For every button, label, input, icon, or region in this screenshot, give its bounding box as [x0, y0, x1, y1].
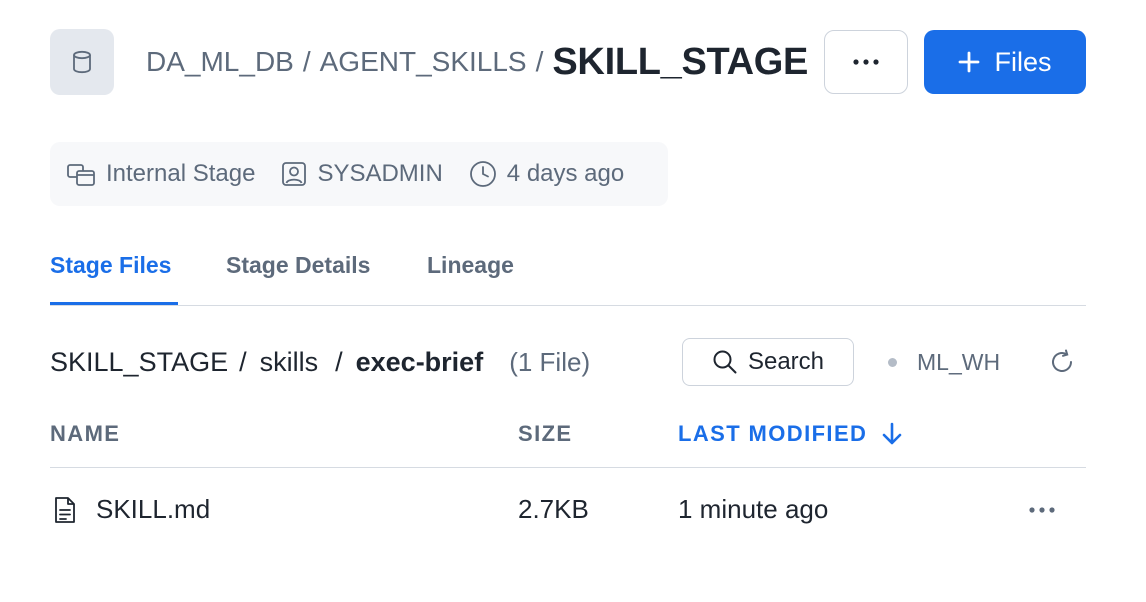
path-separator: /: [239, 346, 247, 377]
file-name-cell[interactable]: SKILL.md: [54, 494, 210, 525]
user-icon: [282, 162, 307, 186]
breadcrumb-schema[interactable]: AGENT_SKILLS: [320, 46, 527, 78]
stage-owner-label: SYSADMIN: [317, 160, 443, 187]
breadcrumb: DA_ML_DB / AGENT_SKILLS / SKILL_STAGE: [146, 38, 808, 86]
database-icon: [50, 29, 114, 95]
file-icon: [55, 496, 75, 523]
file-size: 2.7KB: [518, 494, 589, 524]
stage-type-label: Internal Stage: [106, 160, 256, 187]
stage-modified-label: 4 days ago: [506, 160, 625, 187]
column-name[interactable]: NAME: [50, 421, 120, 447]
more-horizontal-icon: [1029, 507, 1055, 513]
column-size[interactable]: SIZE: [518, 421, 573, 447]
active-tab-indicator: [50, 302, 178, 305]
breadcrumb-separator: /: [535, 46, 544, 77]
warehouse-selector[interactable]: ML_WH: [888, 340, 1000, 384]
file-name: SKILL.md: [96, 494, 211, 524]
tab-stage-details[interactable]: Stage Details: [226, 252, 370, 279]
add-files-button[interactable]: Files: [924, 30, 1086, 94]
path-separator: /: [335, 346, 343, 377]
stage-type: Internal Stage: [66, 160, 255, 188]
column-last-modified[interactable]: LAST MODIFIED: [678, 421, 903, 447]
row-more-actions-button[interactable]: [1022, 490, 1062, 530]
warehouse-status-dot: [888, 357, 897, 367]
search-icon: [713, 350, 737, 374]
search-button[interactable]: Search: [682, 338, 854, 386]
search-label: Search: [747, 348, 825, 375]
path-folder[interactable]: skills: [260, 347, 319, 378]
table-header: NAME SIZE LAST MODIFIED: [50, 408, 1086, 468]
files-table: NAME SIZE LAST MODIFIED SKILL.md 2.7KB 1…: [50, 408, 1086, 552]
refresh-icon[interactable]: [1046, 346, 1078, 378]
tab-bar: Stage Files Stage Details Lineage: [50, 238, 1086, 306]
path-root[interactable]: SKILL_STAGE: [50, 347, 228, 378]
stage-icon: [67, 164, 95, 186]
more-actions-button[interactable]: [824, 30, 908, 94]
path-current-folder: exec-brief: [355, 346, 484, 377]
file-count: (1 File): [509, 346, 591, 377]
stage-modified: 4 days ago: [469, 160, 624, 188]
arrow-down-icon: [883, 422, 902, 445]
stage-owner: SYSADMIN: [281, 160, 443, 188]
plus-icon: [959, 51, 980, 73]
warehouse-name: ML_WH: [917, 348, 1001, 375]
table-row[interactable]: SKILL.md 2.7KB 1 minute ago: [50, 468, 1086, 552]
tab-stage-files[interactable]: Stage Files: [50, 252, 171, 279]
breadcrumb-database[interactable]: DA_ML_DB: [146, 46, 294, 78]
breadcrumb-separator: /: [302, 46, 311, 77]
file-last-modified: 1 minute ago: [678, 494, 829, 524]
add-files-label: Files: [994, 46, 1052, 77]
more-horizontal-icon: [853, 59, 879, 65]
folder-path: SKILL_STAGE / skills / exec-brief (1 Fil…: [50, 338, 590, 386]
page-title: SKILL_STAGE: [552, 40, 809, 83]
column-last-modified-label: LAST MODIFIED: [678, 421, 868, 446]
clock-icon: [469, 161, 496, 187]
stage-meta-bar: Internal Stage SYSADMIN 4 days ago: [50, 142, 668, 206]
tab-lineage[interactable]: Lineage: [427, 252, 514, 279]
